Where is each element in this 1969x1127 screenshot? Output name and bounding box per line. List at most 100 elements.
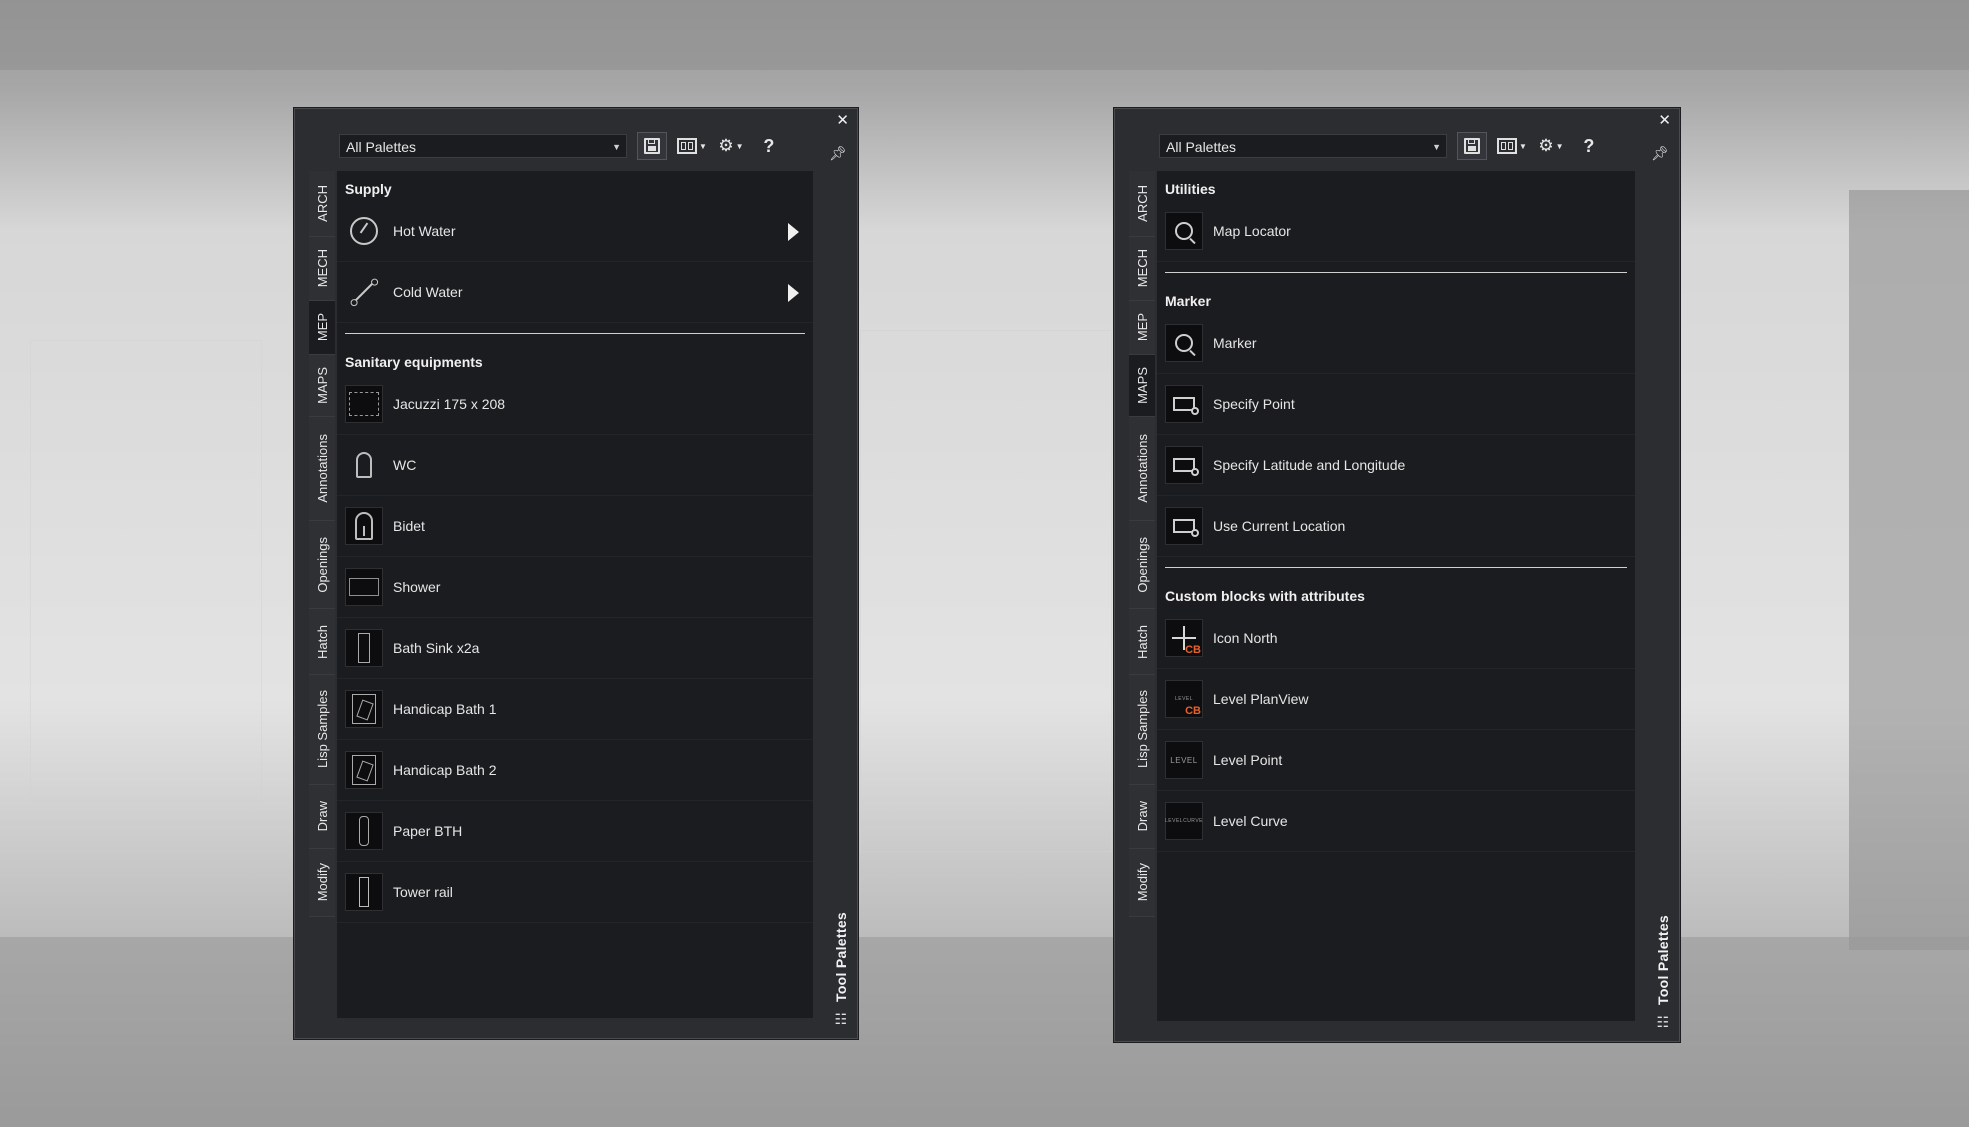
tab-modify[interactable]: Modify (1129, 849, 1155, 917)
tool-jacuzzi[interactable]: Jacuzzi 175 x 208 (337, 374, 813, 435)
save-button[interactable] (1457, 132, 1487, 160)
chevron-down-icon: ▼ (612, 142, 621, 152)
tool-label: Handicap Bath 2 (393, 762, 497, 778)
marker-icon (1165, 324, 1203, 362)
save-icon (1464, 138, 1480, 154)
tab-mech[interactable]: MECH (1129, 237, 1155, 301)
tool-icon-north[interactable]: CB Icon North (1157, 608, 1635, 669)
tool-use-current-location[interactable]: Use Current Location (1157, 496, 1635, 557)
tool-shower[interactable]: Shower (337, 557, 813, 618)
palette-tabs: ARCH MECH MEP MAPS Annotations Openings … (309, 171, 335, 917)
tool-level-point[interactable]: LEVEL Level Point (1157, 730, 1635, 791)
tool-handicap-bath-2[interactable]: Handicap Bath 2 (337, 740, 813, 801)
tab-annotations[interactable]: Annotations (309, 417, 335, 521)
section-title-utilities: Utilities (1165, 181, 1216, 197)
properties-button[interactable]: ☷ (1656, 1014, 1669, 1031)
tool-tower-rail[interactable]: Tower rail (337, 862, 813, 923)
tool-label: Level Curve (1213, 813, 1288, 829)
tool-bath-sink[interactable]: Bath Sink x2a (337, 618, 813, 679)
tool-marker[interactable]: Marker (1157, 313, 1635, 374)
tab-mep[interactable]: MEP (309, 301, 335, 355)
chevron-down-icon: ▼ (1555, 141, 1564, 151)
section-title-custom-blocks: Custom blocks with attributes (1165, 588, 1365, 604)
cb-badge: CB (1185, 705, 1201, 717)
tool-handicap-bath-1[interactable]: Handicap Bath 1 (337, 679, 813, 740)
pin-button[interactable]: 📌︎ (1651, 145, 1669, 162)
tool-cold-water[interactable]: Cold Water (337, 262, 813, 323)
tab-modify[interactable]: Modify (309, 849, 335, 917)
pin-icon: 📌︎ (829, 145, 847, 161)
chevron-down-icon: ▼ (1519, 141, 1527, 151)
tab-arch[interactable]: ARCH (309, 171, 335, 237)
tab-annotations[interactable]: Annotations (1129, 417, 1155, 521)
tab-hatch[interactable]: Hatch (1129, 609, 1155, 675)
tool-paper-bth[interactable]: Paper BTH (337, 801, 813, 862)
tab-lisp-samples[interactable]: Lisp Samples (309, 675, 335, 785)
level-badge: LEVEL (1170, 755, 1198, 765)
palette-group-select[interactable]: All Palettes ▼ (1159, 134, 1447, 158)
save-button[interactable] (637, 132, 667, 160)
tool-level-curve[interactable]: LEVELCURVE Level Curve (1157, 791, 1635, 852)
gear-icon: ⚙ (718, 136, 734, 155)
tab-draw[interactable]: Draw (1129, 785, 1155, 849)
view-options-button[interactable]: ▼ (677, 133, 707, 159)
tool-hot-water[interactable]: Hot Water (337, 201, 813, 262)
pipe-circle-icon (345, 212, 383, 250)
background-app-bar (0, 0, 1969, 70)
flyout-arrow-icon[interactable] (788, 284, 799, 302)
level-badge: LEVEL (1174, 696, 1194, 702)
properties-icon: ☷ (834, 1011, 847, 1027)
tool-label: Bidet (393, 518, 425, 534)
close-icon: ✕ (836, 112, 849, 129)
tab-mech[interactable]: MECH (309, 237, 335, 301)
handicap-bath-icon (345, 751, 383, 789)
current-location-icon (1165, 507, 1203, 545)
settings-button[interactable]: ⚙ ▼ (717, 133, 745, 159)
pipe-line-icon (345, 273, 383, 311)
tab-openings[interactable]: Openings (309, 521, 335, 609)
flyout-arrow-icon[interactable] (788, 223, 799, 241)
tab-maps[interactable]: MAPS (309, 355, 335, 417)
view-options-button[interactable]: ▼ (1497, 133, 1527, 159)
bath-sink-icon (345, 629, 383, 667)
tool-bidet[interactable]: Bidet (337, 496, 813, 557)
section-title-marker: Marker (1165, 293, 1211, 309)
tool-specify-lat-long[interactable]: Specify Latitude and Longitude (1157, 435, 1635, 496)
settings-button[interactable]: ⚙ ▼ (1537, 133, 1565, 159)
help-button[interactable]: ? (1575, 133, 1603, 159)
palette-toolbar: All Palettes ▼ ▼ ⚙ ▼ ? (339, 131, 813, 161)
tool-label: Specify Point (1213, 396, 1295, 412)
level-planview-icon: LEVEL CB (1165, 680, 1203, 718)
tool-map-locator[interactable]: Map Locator (1157, 201, 1635, 262)
tab-maps[interactable]: MAPS (1129, 355, 1155, 417)
tool-label: Specify Latitude and Longitude (1213, 457, 1406, 473)
close-button[interactable]: ✕ (1658, 113, 1671, 129)
tab-openings[interactable]: Openings (1129, 521, 1155, 609)
tool-label: Jacuzzi 175 x 208 (393, 396, 506, 412)
palette-content: Supply Hot Water Cold Water Sanitary equ… (337, 171, 813, 1018)
pin-button[interactable]: 📌︎ (829, 145, 847, 162)
tab-hatch[interactable]: Hatch (309, 609, 335, 675)
view-options-icon (1497, 138, 1517, 154)
tab-mep[interactable]: MEP (1129, 301, 1155, 355)
tab-arch[interactable]: ARCH (1129, 171, 1155, 237)
tool-palette-left: All Palettes ▼ ▼ ⚙ ▼ ? ✕ 📌︎ Tool Palettes… (294, 108, 858, 1039)
tool-specify-point[interactable]: Specify Point (1157, 374, 1635, 435)
palette-title: Tool Palettes (1655, 915, 1671, 1005)
close-button[interactable]: ✕ (836, 113, 849, 129)
tool-label: Level Point (1213, 752, 1283, 768)
tool-wc[interactable]: WC (337, 435, 813, 496)
palette-group-select-value: All Palettes (1166, 139, 1237, 155)
tool-label: Tower rail (393, 884, 453, 900)
background-side-panel (1849, 190, 1969, 950)
tool-label: WC (393, 457, 417, 473)
help-button[interactable]: ? (755, 133, 783, 159)
level-curve-icon: LEVELCURVE (1165, 802, 1203, 840)
tool-level-planview[interactable]: LEVEL CB Level PlanView (1157, 669, 1635, 730)
palette-group-select[interactable]: All Palettes ▼ (339, 134, 627, 158)
tool-label: Icon North (1213, 630, 1278, 646)
tab-draw[interactable]: Draw (309, 785, 335, 849)
paper-holder-icon (345, 812, 383, 850)
tab-lisp-samples[interactable]: Lisp Samples (1129, 675, 1155, 785)
properties-button[interactable]: ☷ (834, 1011, 847, 1028)
